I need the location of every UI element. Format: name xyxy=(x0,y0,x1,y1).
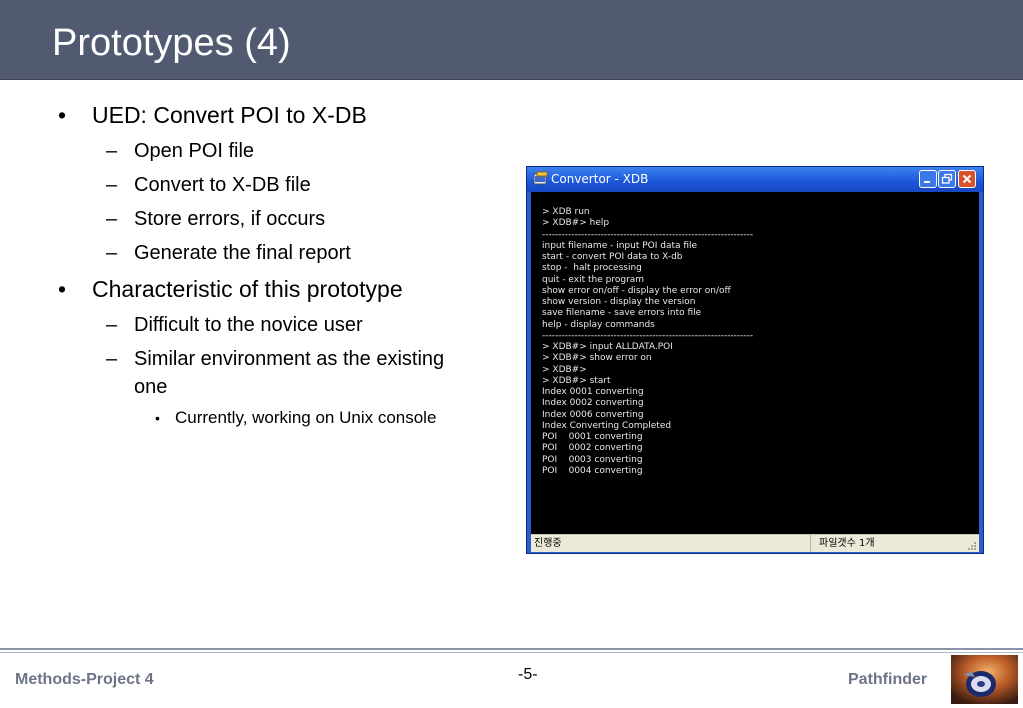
subsub-bullet-item: • Currently, working on Unix console xyxy=(155,407,437,429)
bullet-text: Characteristic of this prototype xyxy=(92,276,403,302)
footer-course: Methods-Project 4 xyxy=(15,671,154,688)
console-line: > XDB#> show error on xyxy=(542,353,652,364)
console-line: input filename - input POI data file xyxy=(542,240,698,251)
bullet-item: • Characteristic of this prototype xyxy=(58,275,403,303)
sub-bullet-text: Difficult to the novice user xyxy=(134,314,363,336)
dash-mark: – xyxy=(106,174,118,196)
console-line: > XDB#> help xyxy=(542,218,610,229)
console-output[interactable]: > XDB run > XDB#> help -----------------… xyxy=(531,192,979,534)
bullet-mark: • xyxy=(58,276,67,302)
bullet-text: UED: Convert POI to X-DB xyxy=(92,102,367,128)
console-line: POI 0004 converting xyxy=(542,465,643,476)
console-line: > XDB#> xyxy=(542,364,587,375)
console-line: POI 0002 converting xyxy=(542,443,643,454)
console-line: Index 0001 converting xyxy=(542,387,644,397)
minimize-button[interactable] xyxy=(919,170,937,188)
sub-bullet-item: – Generate the final report xyxy=(106,239,351,267)
sub-bullet-text: Convert to X-DB file xyxy=(134,174,311,196)
console-lines: > XDB run > XDB#> help -----------------… xyxy=(542,207,753,477)
sub-bullet-text: Generate the final report xyxy=(134,242,351,264)
console-line: POI 0003 converting xyxy=(542,454,643,465)
console-line: Index 0006 converting xyxy=(542,409,644,420)
console-line: ----------------------------------------… xyxy=(542,330,754,341)
app-icon xyxy=(533,171,549,187)
console-line: Index 0002 converting xyxy=(542,398,644,409)
dash-mark: – xyxy=(106,140,118,162)
console-line: stop - halt processing xyxy=(542,263,642,274)
maximize-icon xyxy=(941,173,953,184)
console-line: show version - display the version xyxy=(542,297,696,307)
sub-bullet-text: one xyxy=(134,376,168,398)
sub-bullet-text: Store errors, if occurs xyxy=(134,208,326,230)
console-line: > XDB#> input ALLDATA.POI xyxy=(542,342,673,352)
window-titlebar[interactable]: Convertor - XDB xyxy=(527,167,983,192)
status-progress: 진행중 xyxy=(531,535,811,552)
resize-grip-icon[interactable] xyxy=(967,541,977,551)
bullet-mark: • xyxy=(58,102,67,128)
console-line: > XDB run xyxy=(542,207,590,217)
console-line: POI 0001 converting xyxy=(542,432,643,442)
dash-mark: – xyxy=(106,348,118,370)
console-line: show error on/off - display the error on… xyxy=(542,285,731,296)
pathfinder-logo-icon xyxy=(951,655,1018,704)
sub-bullet-item: – Convert to X-DB file xyxy=(106,171,311,199)
sub-bullet-item: – Difficult to the novice user xyxy=(106,311,363,339)
console-line: start - convert POI data to X-db xyxy=(542,252,683,262)
status-bar: 진행중 파일갯수 1개 xyxy=(531,534,979,552)
footer-team: Pathfinder xyxy=(848,671,928,688)
dash-mark: – xyxy=(106,242,118,264)
sub-bullet-item: – Similar environment as the existing xyxy=(106,345,445,373)
close-button[interactable] xyxy=(958,170,976,188)
maximize-button[interactable] xyxy=(938,170,956,188)
sub-bullet-text: Open POI file xyxy=(134,140,255,162)
console-line: quit - exit the program xyxy=(542,274,645,285)
footer-divider xyxy=(0,648,1023,650)
console-line: ----------------------------------------… xyxy=(542,229,754,240)
sub-bullet-text: Similar environment as the existing xyxy=(134,348,445,370)
console-line: help - display commands xyxy=(542,319,655,330)
console-line: Index Converting Completed xyxy=(542,420,672,431)
slide-title: Prototypes (4) xyxy=(52,22,291,64)
convertor-window: Convertor - XDB > XDB run > XDB#> help -… xyxy=(526,166,984,554)
bullet-item: • UED: Convert POI to X-DB xyxy=(58,101,367,129)
dash-mark: – xyxy=(106,208,118,230)
close-icon xyxy=(962,174,972,184)
sub-bullet-item: – Store errors, if occurs xyxy=(106,205,326,233)
sub-bullet-item: – Open POI file xyxy=(106,137,255,165)
slide-header: Prototypes (4) xyxy=(0,0,1023,80)
footer-divider xyxy=(0,652,1023,653)
console-line: save filename - save errors into file xyxy=(542,308,702,319)
dash-mark: – xyxy=(106,314,118,336)
subsub-bullet-text: Currently, working on Unix console xyxy=(175,408,437,427)
console-line: > XDB#> start xyxy=(542,375,611,386)
status-file-count: 파일갯수 1개 xyxy=(819,538,875,549)
page-number: -5- xyxy=(518,666,538,683)
minimize-icon xyxy=(924,181,930,183)
bullet-mark: • xyxy=(155,410,160,426)
window-title: Convertor - XDB xyxy=(551,172,649,186)
sub-bullet-continuation: one xyxy=(134,373,167,401)
